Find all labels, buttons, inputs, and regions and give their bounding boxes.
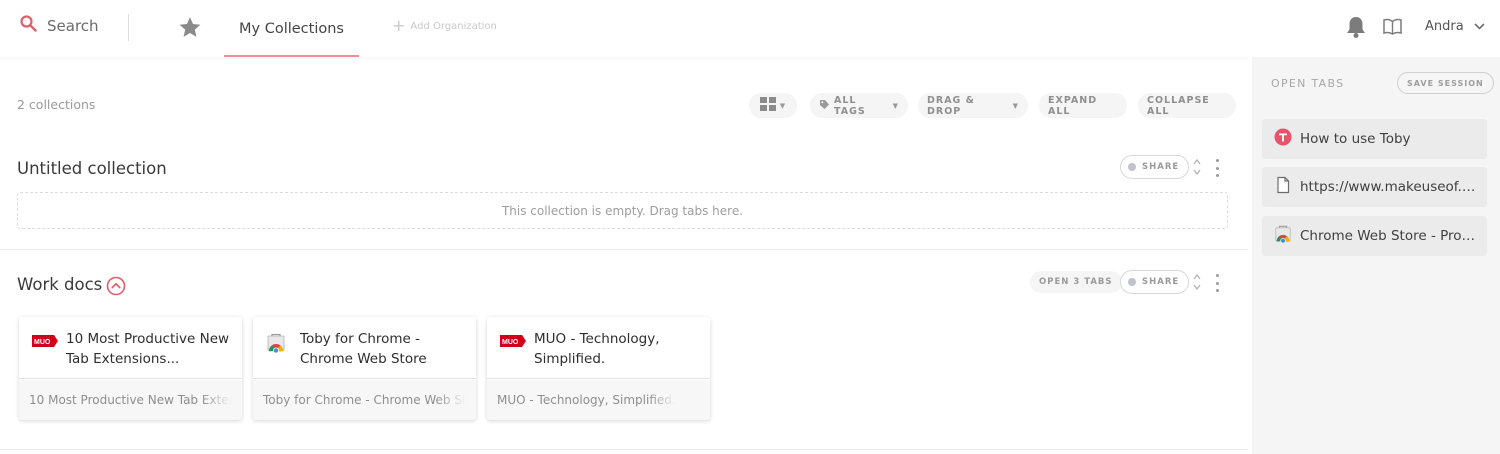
collapse-collection-icon[interactable] <box>106 276 126 300</box>
empty-collection-dropzone[interactable]: This collection is empty. Drag tabs here… <box>17 192 1228 229</box>
more-options-icon[interactable] <box>1214 274 1220 292</box>
open-tabs-button[interactable]: OPEN 3 TABS <box>1030 271 1122 293</box>
collection-title[interactable]: Untitled collection <box>17 159 167 178</box>
collapse-all-label: COLLAPSE ALL <box>1147 94 1210 117</box>
chrome-web-store-icon <box>266 333 286 357</box>
card-footer: MUO - Technology, Simplified. <box>487 380 710 420</box>
open-tab-label: Chrome Web Store - Profile <box>1300 228 1478 244</box>
tab-card[interactable]: Toby for Chrome - Chrome Web Store Toby … <box>253 317 476 420</box>
more-options-icon[interactable] <box>1214 159 1220 177</box>
open-tab-item[interactable]: How to use Toby <box>1262 119 1487 159</box>
chrome-web-store-icon <box>1274 225 1292 247</box>
svg-text:MUO: MUO <box>502 339 519 346</box>
reorder-handle[interactable] <box>1192 157 1202 177</box>
search-icon <box>20 15 37 36</box>
add-organization-button[interactable]: + Add Organization <box>392 16 497 35</box>
all-tags-label: ALL TAGS <box>834 94 866 117</box>
card-subtitle: Toby for Chrome - Chrome Web Store <box>263 393 466 407</box>
collection-count: 2 collections <box>17 97 96 112</box>
drag-drop-label: DRAG & DROP <box>927 94 975 117</box>
open-tab-item[interactable]: https://www.makeuseof.com <box>1262 167 1487 207</box>
muo-logo-icon: MUO <box>32 333 58 352</box>
collapse-all-button[interactable]: COLLAPSE ALL <box>1138 93 1236 118</box>
top-bar: Search My Collections + Add Organization… <box>0 0 1500 58</box>
search-label: Search <box>47 16 99 35</box>
expand-all-label: EXPAND ALL <box>1048 94 1098 117</box>
card-header: Toby for Chrome - Chrome Web Store <box>253 317 476 379</box>
save-session-button[interactable]: SAVE SESSION <box>1397 72 1494 94</box>
user-name: Andra <box>1425 19 1464 34</box>
grid-icon <box>759 97 776 114</box>
open-tab-item[interactable]: Chrome Web Store - Profile <box>1262 216 1487 256</box>
drag-drop-button[interactable]: DRAG & DROP ▼ <box>918 93 1028 118</box>
open-tab-label: How to use Toby <box>1300 131 1411 147</box>
search-button[interactable]: Search <box>20 15 99 36</box>
view-mode-button[interactable]: ▼ <box>749 93 797 118</box>
card-title: MUO - Technology, Simplified. <box>534 331 660 367</box>
card-title: Toby for Chrome - Chrome Web Store <box>300 331 427 367</box>
open-tabs-panel: OPEN TABS SAVE SESSION How to use Toby h… <box>1252 57 1500 454</box>
card-header: MUO 10 Most Productive New Tab Extension… <box>19 317 242 379</box>
card-footer: Toby for Chrome - Chrome Web Store <box>253 380 476 420</box>
bell-icon[interactable] <box>1345 15 1367 43</box>
separator <box>0 449 1248 450</box>
card-subtitle: MUO - Technology, Simplified. <box>497 393 676 407</box>
book-icon[interactable] <box>1383 18 1402 39</box>
share-dot-icon <box>1128 278 1136 286</box>
user-menu[interactable]: Andra <box>1425 19 1485 34</box>
add-organization-label: Add Organization <box>410 20 497 32</box>
share-label: SHARE <box>1142 162 1180 172</box>
caret-down-icon: ▼ <box>779 101 787 110</box>
card-footer: 10 Most Productive New Tab Extensions <box>19 380 242 420</box>
share-dot-icon <box>1128 163 1136 171</box>
star-icon[interactable] <box>177 15 203 44</box>
divider <box>128 14 129 41</box>
muo-logo-icon: MUO <box>500 333 526 352</box>
card-title: 10 Most Productive New Tab Extensions... <box>66 331 230 367</box>
open-tab-label: https://www.makeuseof.com <box>1300 179 1478 195</box>
reorder-handle[interactable] <box>1192 272 1202 292</box>
plus-icon: + <box>392 16 406 35</box>
card-subtitle: 10 Most Productive New Tab Extensions <box>29 393 232 407</box>
caret-down-icon: ▼ <box>892 101 899 110</box>
collections-pane: 2 collections ▼ ALL TAGS ▼ DRAG & DROP ▼… <box>0 57 1248 454</box>
share-button[interactable]: SHARE <box>1120 270 1190 294</box>
caret-down-icon: ▼ <box>1012 101 1019 110</box>
card-header: MUO MUO - Technology, Simplified. <box>487 317 710 379</box>
share-label: SHARE <box>1142 277 1180 287</box>
open-tabs-title: OPEN TABS <box>1271 77 1345 90</box>
collection-title[interactable]: Work docs <box>17 275 102 294</box>
document-icon <box>1274 176 1292 198</box>
share-button[interactable]: SHARE <box>1120 155 1190 179</box>
chevron-down-icon <box>1474 19 1485 34</box>
svg-text:MUO: MUO <box>34 339 51 346</box>
tab-my-collections[interactable]: My Collections <box>224 0 359 57</box>
all-tags-button[interactable]: ALL TAGS ▼ <box>810 93 908 118</box>
tab-card[interactable]: MUO MUO - Technology, Simplified. MUO - … <box>487 317 710 420</box>
tab-card[interactable]: MUO 10 Most Productive New Tab Extension… <box>19 317 242 420</box>
expand-all-button[interactable]: EXPAND ALL <box>1039 93 1127 118</box>
tag-icon <box>819 99 830 113</box>
separator <box>0 249 1248 250</box>
toby-icon <box>1274 128 1292 150</box>
